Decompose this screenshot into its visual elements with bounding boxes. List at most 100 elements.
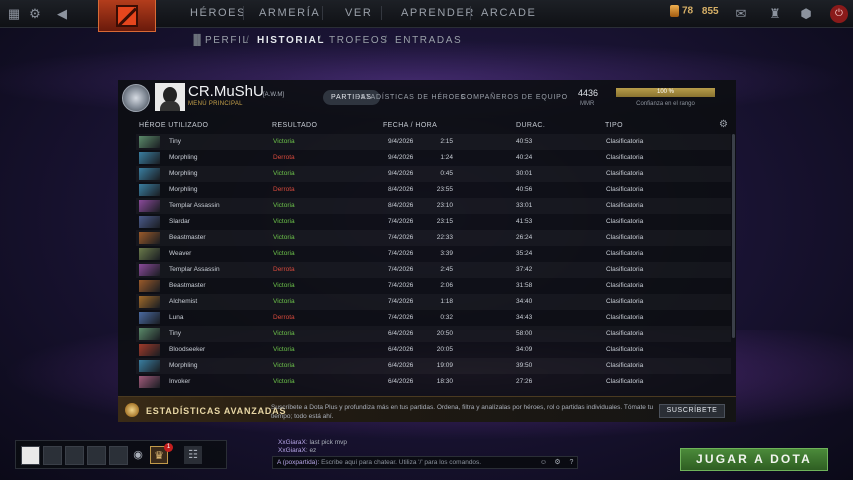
hero-name: Templar Assassin [169, 202, 220, 209]
gear-icon[interactable]: ⚙ [25, 4, 45, 24]
nav-arcade[interactable]: ARCADE [481, 7, 536, 19]
table-row[interactable]: Morphling Victoria 6/4/2026 19:09 39:50 Clasi… [136, 358, 731, 374]
party-slot-self[interactable] [21, 446, 40, 465]
chat-placeholder: Escribe aquí para chatear. Utiliza '/' p… [321, 459, 482, 466]
grid-icon[interactable]: ▦ [4, 4, 24, 24]
col-date[interactable]: FECHA / HORA [383, 122, 437, 129]
match-duration: 34:43 [516, 314, 533, 321]
subnav-separator: / [318, 35, 321, 46]
hero-name: Alchemist [169, 298, 198, 305]
match-duration: 41:53 [516, 218, 533, 225]
shards-display[interactable]: 78 855 [670, 5, 719, 23]
subnav-profile[interactable]: PERFIL [205, 35, 250, 46]
col-result[interactable]: RESULTADO [272, 122, 317, 129]
match-duration: 33:01 [516, 202, 533, 209]
shards-icon [670, 5, 679, 17]
voice-icon[interactable]: ◉ [129, 446, 147, 464]
chat-author[interactable]: XxGiaraX [278, 439, 306, 446]
table-row[interactable]: Templar Assassin Derrota 7/4/2026 2:45 37:42… [136, 262, 731, 278]
armory-icon[interactable]: ♜ [765, 4, 785, 24]
confidence-percent: 100 % [656, 89, 674, 95]
play-dota-button[interactable]: JUGAR A DOTA [680, 448, 828, 471]
match-result: Victoria [273, 234, 295, 241]
confidence-bar: 100 % [616, 88, 715, 97]
notification-badge: 1 [164, 443, 173, 452]
nav-separator [381, 6, 382, 20]
party-slot-empty[interactable] [43, 446, 62, 465]
match-date: 7/4/2026 [388, 298, 414, 305]
nav-armory[interactable]: ARMERÍA [259, 7, 320, 19]
table-row[interactable]: Luna Derrota 7/4/2026 0:32 34:43 Clasificator… [136, 310, 731, 326]
match-type: Clasificatoria [606, 330, 644, 337]
match-result: Derrota [273, 266, 295, 273]
mail-icon[interactable]: ✉ [731, 4, 751, 24]
match-history-panel: CR.MuShU [A.W.M] MENÚ PRINCIPAL PARTIDAS… [118, 80, 736, 403]
table-row[interactable]: Weaver Victoria 7/4/2026 3:39 35:24 Clasifica… [136, 246, 731, 262]
settings-gear-icon[interactable]: ⚙ [719, 119, 728, 130]
match-type: Clasificatoria [606, 282, 644, 289]
table-row[interactable]: Alchemist Victoria 7/4/2026 1:18 34:40 Clasif… [136, 294, 731, 310]
col-hero[interactable]: HÉROE UTILIZADO [139, 122, 208, 129]
col-duration[interactable]: DURAC. [516, 122, 545, 129]
match-type: Clasificatoria [606, 346, 644, 353]
back-arrow-icon[interactable]: ◀ [52, 4, 72, 24]
dota-home-button[interactable] [98, 0, 156, 32]
match-type: Clasificatoria [606, 218, 644, 225]
table-row[interactable]: Slardar Victoria 7/4/2026 23:15 41:53 Clasifi… [136, 214, 731, 230]
match-duration: 58:00 [516, 330, 533, 337]
table-row[interactable]: Beastmaster Victoria 7/4/2026 22:33 26:24 Cla… [136, 230, 731, 246]
party-slot-empty[interactable] [65, 446, 84, 465]
table-row[interactable]: Beastmaster Victoria 7/4/2026 2:06 31:58 Clas… [136, 278, 731, 294]
table-row[interactable]: Morphling Derrota 9/4/2026 1:24 40:24 Clasifi… [136, 150, 731, 166]
chat-settings-icon[interactable]: ⚙ [553, 458, 562, 467]
nav-watch[interactable]: VER [345, 7, 372, 19]
match-duration: 34:09 [516, 346, 533, 353]
rank-medal-icon[interactable] [122, 84, 150, 112]
friends-icon[interactable]: ☷ [184, 446, 202, 464]
match-result: Victoria [273, 330, 295, 337]
table-row[interactable]: Bloodseeker Victoria 6/4/2026 20:05 34:09 Cla… [136, 342, 731, 358]
hero-portrait [139, 232, 160, 244]
subnav-entries[interactable]: ENTRADAS [395, 35, 462, 46]
match-type: Clasificatoria [606, 138, 644, 145]
table-row[interactable]: Invoker Victoria 6/4/2026 18:30 27:26 Clasifi… [136, 374, 731, 390]
table-row[interactable]: Templar Assassin Victoria 8/4/2026 23:10 33:… [136, 198, 731, 214]
chat-channel: A (poxpartida): [277, 459, 320, 466]
match-list-scrollbar[interactable] [732, 134, 735, 338]
match-date: 6/4/2026 [388, 362, 414, 369]
match-time: 18:30 [436, 378, 453, 385]
dota-plus-banner: ESTADÍSTICAS AVANZADAS Suscríbete a Dota… [118, 396, 736, 422]
chat-input[interactable]: A (poxpartida): Escribe aquí para chatea… [272, 456, 578, 469]
col-type[interactable]: TIPO [605, 122, 623, 129]
help-icon[interactable]: ? [567, 458, 576, 467]
nav-heroes[interactable]: HÉROES [190, 7, 246, 19]
table-row[interactable]: Morphling Derrota 8/4/2026 23:55 40:56 Clasif… [136, 182, 731, 198]
party-slot-empty[interactable] [109, 446, 128, 465]
hero-name: Morphling [169, 170, 198, 177]
hero-name: Weaver [169, 250, 192, 257]
emoji-icon[interactable]: ☺ [539, 458, 548, 467]
avatar[interactable] [155, 83, 185, 111]
table-row[interactable]: Tiny Victoria 6/4/2026 20:50 58:00 Clasificat… [136, 326, 731, 342]
hero-name: Beastmaster [169, 282, 206, 289]
match-result: Victoria [273, 298, 295, 305]
subscribe-button[interactable]: SUSCRÍBETE [659, 404, 725, 418]
match-type: Clasificatoria [606, 378, 644, 385]
match-time: 22:33 [436, 234, 453, 241]
table-row[interactable]: Morphling Victoria 9/4/2026 0:45 30:01 Clasif… [136, 166, 731, 182]
subnav-trophies[interactable]: TROFEOS [329, 35, 389, 46]
match-duration: 27:26 [516, 378, 533, 385]
match-time: 2:45 [440, 266, 453, 273]
chat-author[interactable]: XxGiaraX [278, 447, 306, 454]
party-slot-empty[interactable] [87, 446, 106, 465]
plus-icon[interactable]: ⬢ [796, 4, 816, 24]
nav-learn[interactable]: APRENDER [401, 7, 475, 19]
tab-teammates[interactable]: COMPAÑEROS DE EQUIPO [453, 90, 576, 105]
table-row[interactable]: Tiny Victoria 9/4/2026 2:15 40:53 Clasificato… [136, 134, 731, 150]
match-date: 7/4/2026 [388, 218, 414, 225]
match-time: 23:15 [436, 218, 453, 225]
match-result: Victoria [273, 202, 295, 209]
subnav-history[interactable]: HISTORIAL [257, 35, 325, 46]
power-icon[interactable]: ⏻ [830, 5, 848, 23]
avatar-body [160, 101, 180, 111]
